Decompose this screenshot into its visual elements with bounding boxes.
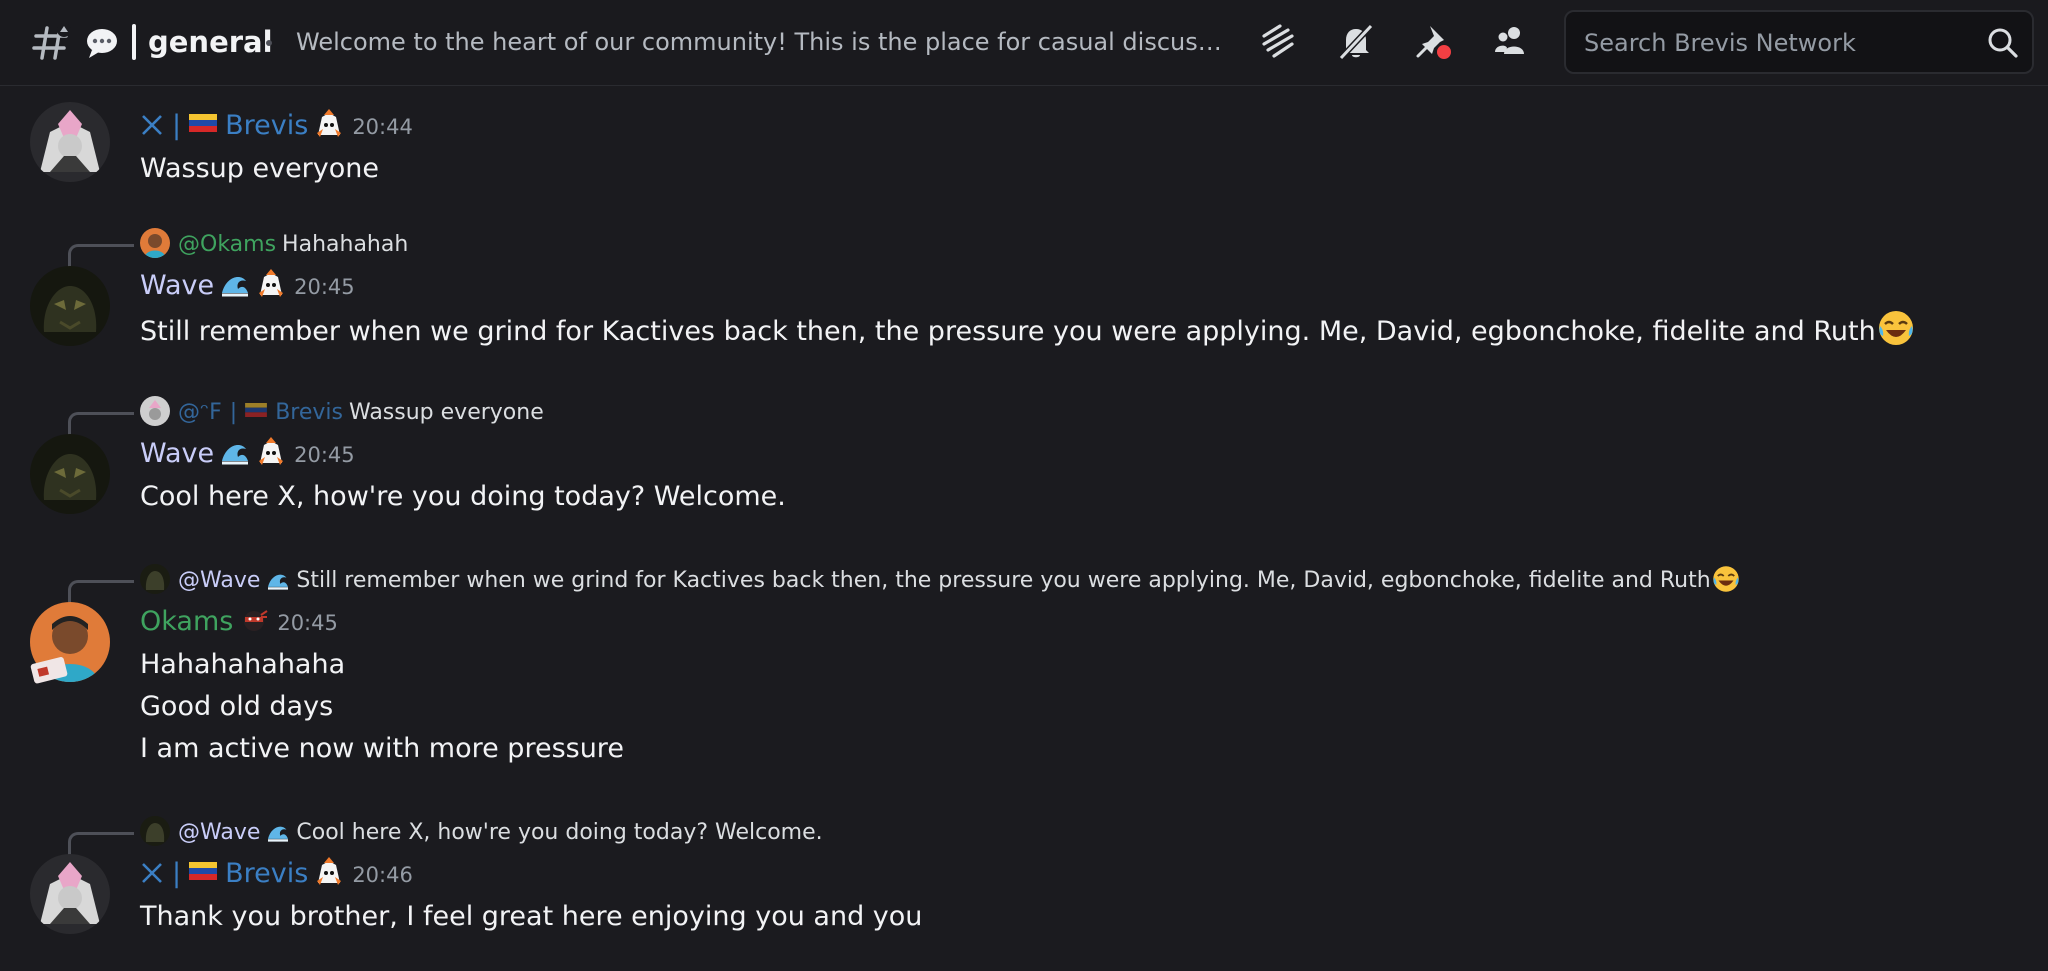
timestamp[interactable]: 20:45	[294, 443, 355, 467]
reply-mention[interactable]: @ᵔF | Brevis	[178, 400, 349, 425]
avatar-decoration-icon	[30, 657, 68, 684]
reply-text: Wassup everyone	[348, 400, 544, 425]
reply-avatar	[140, 228, 170, 258]
members-icon[interactable]	[1492, 22, 1532, 62]
channel-name: general	[148, 25, 273, 59]
message-header: Wave 20:45	[140, 434, 355, 474]
topic-separator	[266, 40, 272, 46]
wave-emoji-icon	[222, 277, 249, 297]
avatar[interactable]	[30, 854, 110, 934]
message-text: Thank you brother, I feel great here enj…	[140, 901, 923, 932]
reply-text: Still remember when we grind for Kactive…	[296, 566, 1740, 593]
wave-emoji-icon	[268, 574, 289, 590]
reply-avatar	[140, 396, 170, 426]
author-name[interactable]: Wave	[140, 270, 214, 301]
message-header: | Brevis 20:46	[140, 854, 413, 894]
reply-text: Cool here X, how're you doing today? Wel…	[296, 820, 823, 845]
message-text: Cool here X, how're you doing today? Wel…	[140, 481, 786, 512]
laughing-emoji-icon	[1878, 311, 1913, 345]
venezuela-flag-icon	[189, 114, 218, 132]
brevis-badge-icon	[317, 857, 342, 885]
channel-header: general Welcome to the heart of our comm…	[0, 0, 2048, 86]
wave-emoji-icon	[222, 445, 249, 465]
pin-icon[interactable]	[1414, 22, 1454, 62]
timestamp[interactable]: 20:45	[294, 275, 355, 299]
search-input[interactable]	[1582, 22, 1966, 64]
venezuela-flag-icon	[189, 862, 218, 880]
wave-emoji-icon	[268, 826, 289, 842]
timestamp[interactable]: 20:44	[352, 115, 413, 139]
timestamp[interactable]: 20:45	[277, 611, 338, 635]
reply-avatar	[140, 564, 170, 594]
reply-preview[interactable]: @Wave Still remember when we grind for Ka…	[140, 564, 1741, 598]
message-text: Still remember when we grind for Kactive…	[140, 308, 1916, 353]
brevis-badge-icon	[259, 269, 284, 297]
mute-bell-icon[interactable]	[1336, 22, 1376, 62]
timestamp[interactable]: 20:46	[352, 863, 413, 887]
reply-preview[interactable]: @Wave Cool here X, how're you doing today…	[140, 816, 823, 850]
brevis-badge-icon	[259, 437, 284, 465]
chat-bubble-icon	[87, 29, 117, 58]
brevis-badge-icon	[317, 109, 342, 137]
threads-icon[interactable]	[1258, 22, 1298, 62]
message-header: Okams 20:45	[140, 602, 338, 642]
message-list: | Brevis 20:44 Wassup everyone @Okams Hahah…	[0, 86, 2048, 971]
message-text: Wassup everyone	[140, 153, 380, 184]
author-name[interactable]: | Brevis	[140, 110, 308, 141]
avatar[interactable]	[30, 102, 110, 182]
reply-preview[interactable]: @Okams Hahahahah	[140, 228, 408, 262]
avatar[interactable]	[30, 266, 110, 346]
message-text: I am active now with more pressure	[140, 733, 624, 764]
reply-preview[interactable]: @ᵔF | Brevis Wassup everyone	[140, 396, 544, 430]
x-logo-icon	[142, 863, 162, 883]
x-logo-icon	[142, 115, 162, 135]
search-icon[interactable]	[1986, 26, 2020, 60]
search-box[interactable]	[1564, 10, 2034, 74]
ninja-badge-icon	[244, 610, 268, 631]
message-header: Wave 20:45	[140, 266, 355, 306]
message-text: Hahahahahaha	[140, 649, 346, 680]
message-header: | Brevis 20:44	[140, 106, 413, 146]
reply-avatar	[140, 816, 170, 846]
channel-topic[interactable]: Welcome to the heart of our community! T…	[296, 24, 1226, 60]
author-name[interactable]: Okams	[140, 606, 233, 637]
channel-hash-icon	[32, 23, 71, 60]
header-divider	[132, 24, 136, 60]
reply-mention[interactable]: @Okams	[178, 232, 276, 257]
laughing-emoji-icon	[1712, 566, 1739, 592]
reply-text: Hahahahah	[282, 232, 409, 257]
venezuela-flag-icon	[245, 403, 268, 417]
message-text: Good old days	[140, 691, 334, 722]
reply-mention[interactable]: @Wave	[178, 820, 290, 845]
avatar[interactable]	[30, 434, 110, 514]
author-name[interactable]: | Brevis	[140, 858, 308, 889]
reply-mention[interactable]: @Wave	[178, 568, 290, 593]
author-name[interactable]: Wave	[140, 438, 214, 469]
